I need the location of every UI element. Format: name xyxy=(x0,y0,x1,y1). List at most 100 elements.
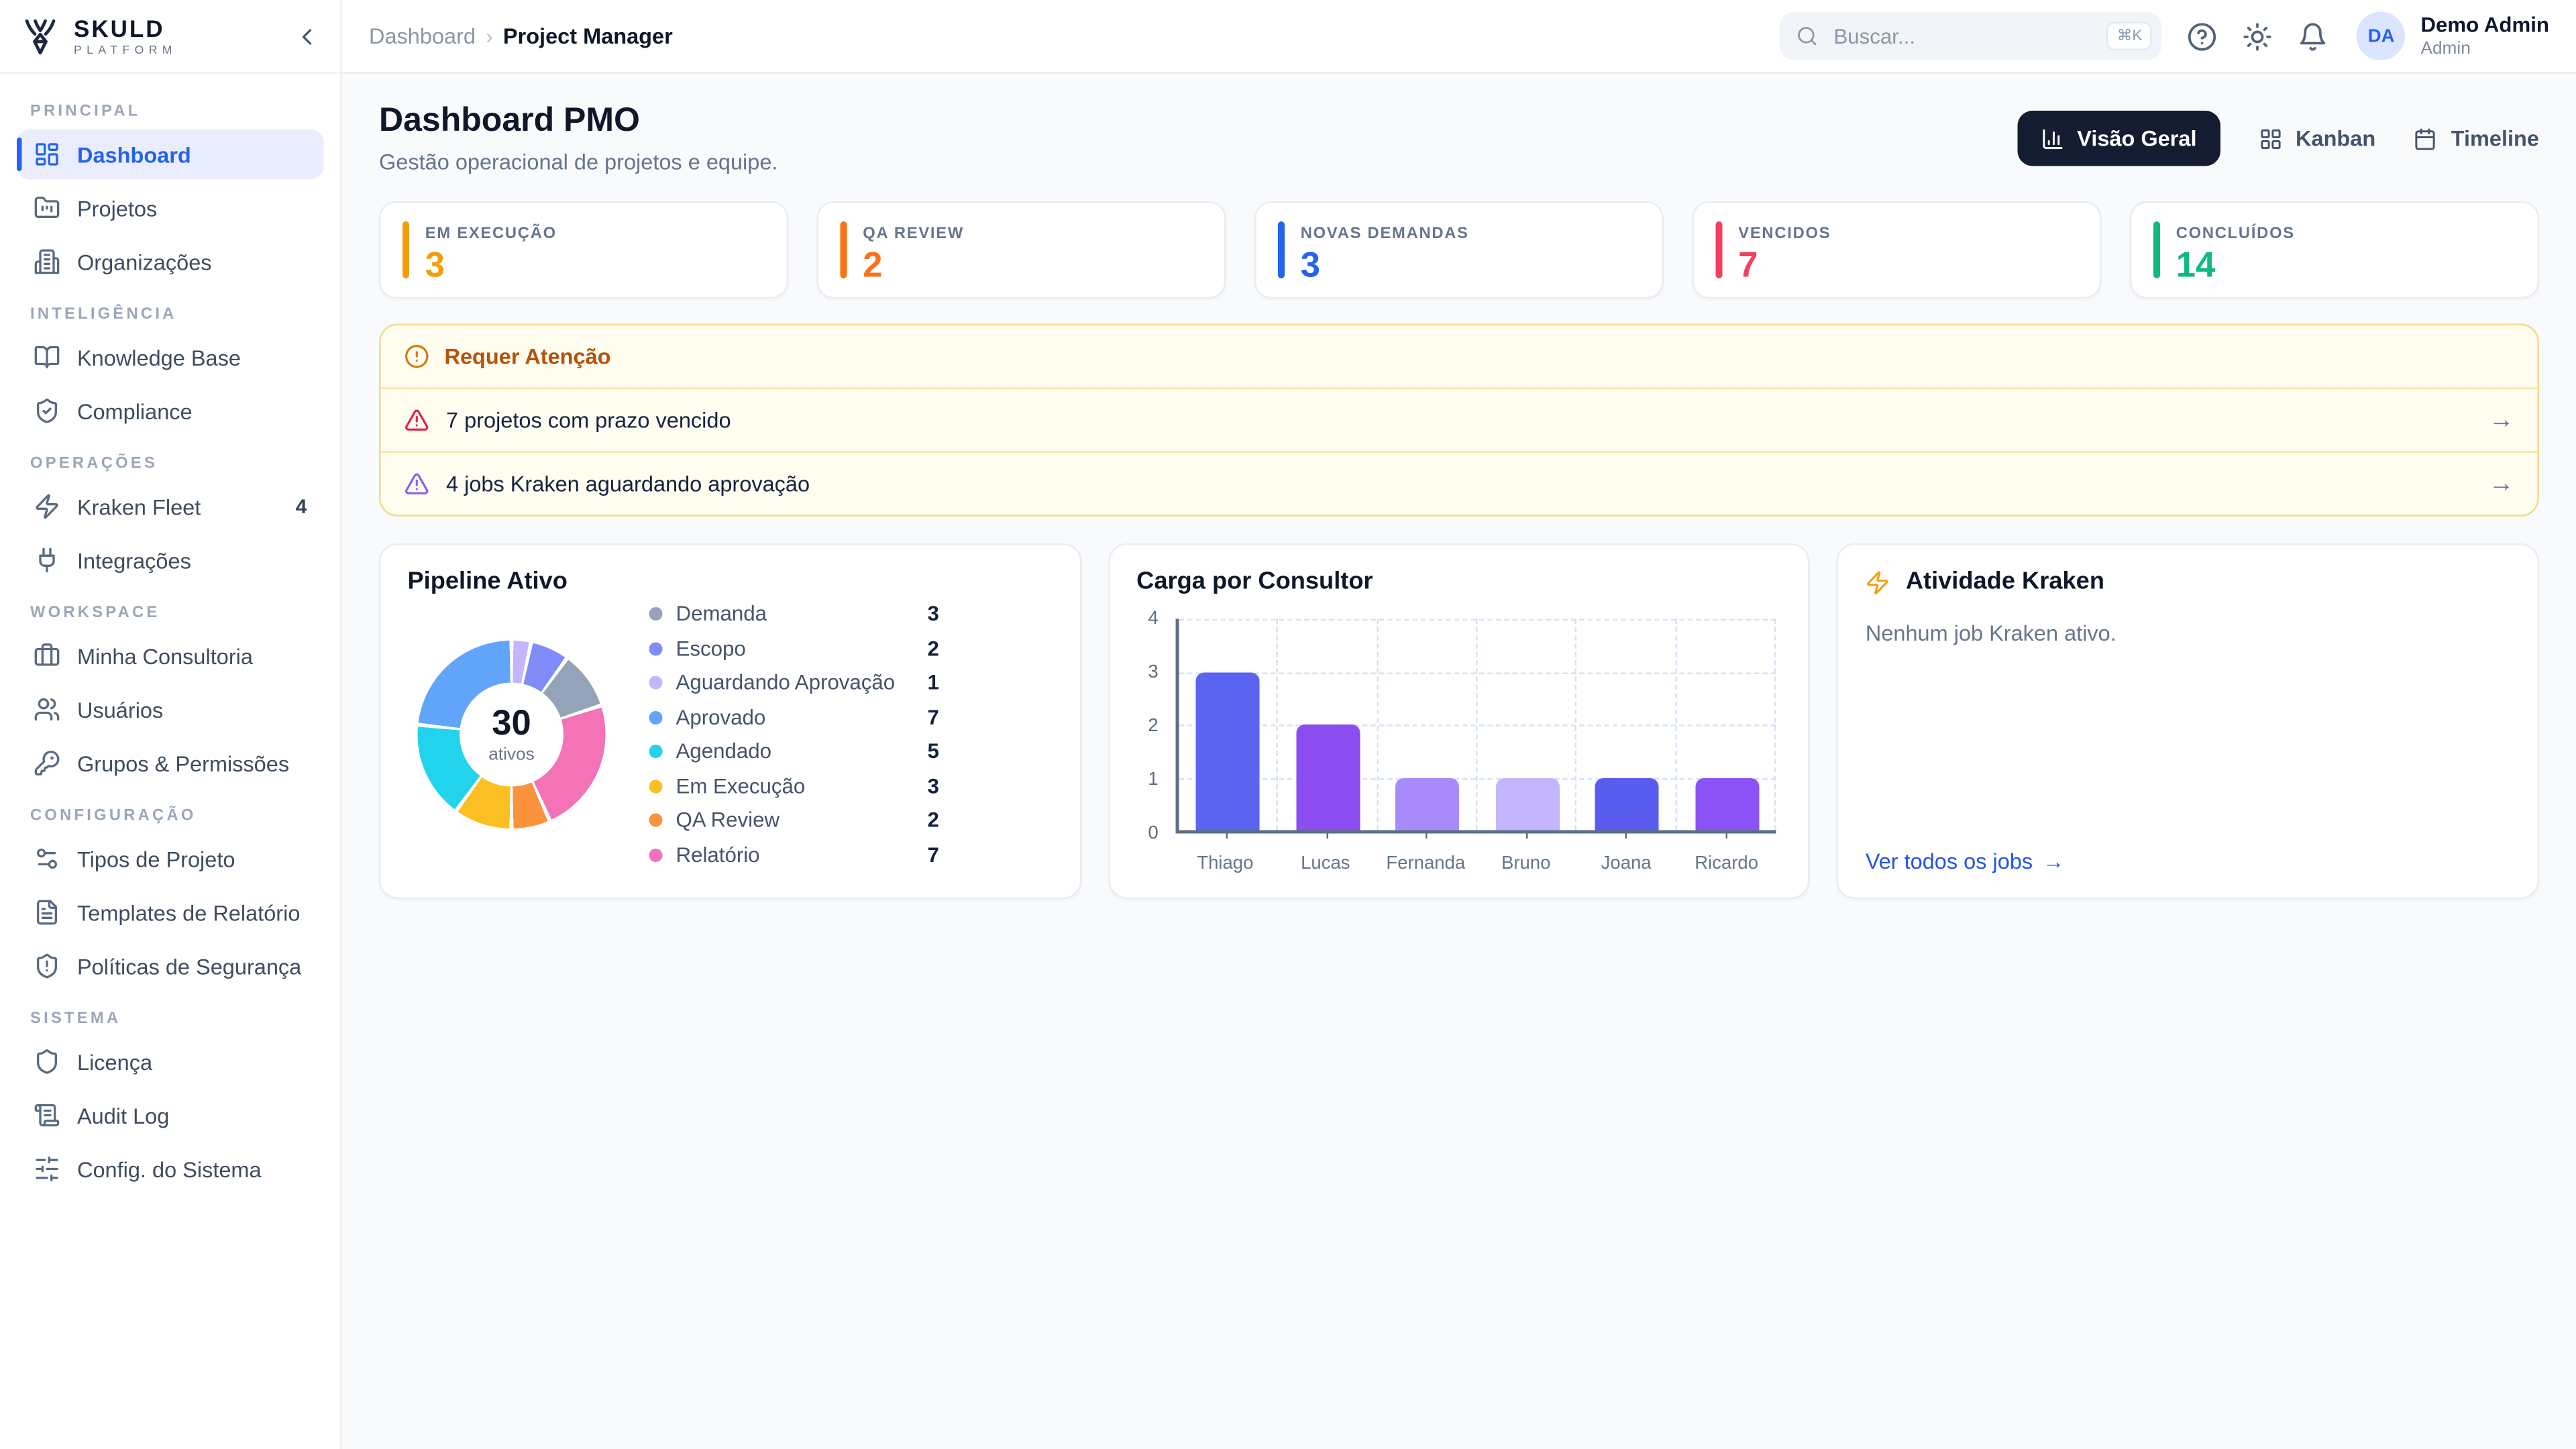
sidebar-item-licenca[interactable]: Licença xyxy=(17,1036,324,1087)
sidebar-item-kraken-fleet[interactable]: Kraken Fleet 4 xyxy=(17,482,324,532)
breadcrumb-parent[interactable]: Dashboard xyxy=(369,23,476,49)
sidebar-item-label: Usuários xyxy=(77,697,163,722)
legend-item-demanda: Demanda3 xyxy=(649,600,951,629)
y-axis-tick-label: 2 xyxy=(1148,716,1158,737)
x-axis-tick xyxy=(1326,830,1328,839)
legend-label: Relatório xyxy=(676,843,914,867)
sidebar-logo-row: SKULD PLATFORM xyxy=(0,0,341,74)
layout-grid-icon xyxy=(2259,127,2282,150)
attention-item-text: 7 projetos com prazo vencido xyxy=(446,408,731,433)
y-axis-tick-label: 4 xyxy=(1148,609,1158,629)
arrow-right-icon[interactable]: → xyxy=(2489,472,2514,497)
arrow-right-icon[interactable]: → xyxy=(2489,408,2514,433)
kpi-value: 2 xyxy=(863,248,964,284)
kpi-card-em-execucao: EM EXECUÇÃO 3 xyxy=(379,201,788,299)
sidebar-item-tipos-de-projeto[interactable]: Tipos de Projeto xyxy=(17,834,324,884)
bar-thiago xyxy=(1196,672,1260,830)
sidebar-item-label: Tipos de Projeto xyxy=(77,846,235,871)
attention-item-jobs-kraken[interactable]: 4 jobs Kraken aguardando aprovação → xyxy=(381,453,2538,515)
view-switcher: Visão Geral Kanban Timeline xyxy=(2017,111,2539,166)
sidebar-item-organizacoes[interactable]: Organizações xyxy=(17,237,324,287)
sidebar-item-label: Knowledge Base xyxy=(77,345,241,370)
legend-item-relatorio: Relatório 7 xyxy=(649,841,951,870)
legend-value: 1 xyxy=(928,672,951,695)
sidebar-item-integracoes[interactable]: Integrações xyxy=(17,535,324,586)
theme-sun-icon[interactable] xyxy=(2243,21,2273,51)
sidebar-item-grupos-permissoes[interactable]: Grupos & Permissões xyxy=(17,738,324,788)
sidebar-item-label: Políticas de Segurança xyxy=(77,953,301,979)
avatar: DA xyxy=(2357,12,2406,61)
x-axis-tick xyxy=(1226,830,1228,839)
kpi-value: 3 xyxy=(425,248,557,284)
logo-text: SKULD PLATFORM xyxy=(74,16,177,56)
view-button-kanban[interactable]: Kanban xyxy=(2259,126,2375,152)
view-button-label: Timeline xyxy=(2451,126,2539,152)
kpi-color-bar xyxy=(1716,221,1722,278)
kpi-label: NOVAS DEMANDAS xyxy=(1301,225,1469,244)
kpi-card-qa-review: QA REVIEW 2 xyxy=(817,201,1226,299)
x-axis-label: Lucas xyxy=(1275,854,1375,874)
user-menu[interactable]: DA Demo Admin Admin xyxy=(2357,12,2549,61)
page-header: Dashboard PMO Gestão operacional de proj… xyxy=(379,103,2539,175)
page-content: Dashboard PMO Gestão operacional de proj… xyxy=(342,74,2576,1449)
legend-dot xyxy=(649,710,663,724)
pipeline-legend: Demanda3 Escopo2 Aguardando Aprovação1 A… xyxy=(649,600,951,870)
sidebar-item-config-sistema[interactable]: Config. do Sistema xyxy=(17,1144,324,1194)
page-heading: Dashboard PMO Gestão operacional de proj… xyxy=(379,103,777,175)
view-button-visao-geral[interactable]: Visão Geral xyxy=(2017,111,2220,166)
sidebar-item-politicas-seguranca[interactable]: Políticas de Segurança xyxy=(17,941,324,991)
legend-label: Em Execução xyxy=(676,774,914,798)
sidebar-nav: PRINCIPAL Dashboard Projetos Organizaçõe… xyxy=(0,74,341,1197)
search-box[interactable]: ⌘K xyxy=(1780,12,2162,61)
sidebar-collapse-button[interactable] xyxy=(294,23,321,50)
sidebar: SKULD PLATFORM PRINCIPAL Dashboard Proje… xyxy=(0,0,342,1449)
help-icon[interactable] xyxy=(2188,21,2218,51)
page-subtitle: Gestão operacional de projetos e equipe. xyxy=(379,150,777,175)
topbar: Dashboard › Project Manager ⌘K DA Demo A… xyxy=(342,0,2576,74)
legend-value: 7 xyxy=(928,843,951,867)
x-axis-tick xyxy=(1625,830,1627,839)
search-input[interactable] xyxy=(1830,23,2095,50)
kpi-label: CONCLUÍDOS xyxy=(2176,225,2295,244)
triangle-alert-icon xyxy=(405,408,430,433)
grid-line-vertical xyxy=(1675,619,1677,830)
breadcrumb: Dashboard › Project Manager xyxy=(369,23,673,49)
bar-joana xyxy=(1595,777,1659,830)
kpi-color-bar xyxy=(2153,221,2159,278)
sidebar-item-compliance[interactable]: Compliance xyxy=(17,386,324,436)
user-name: Demo Admin xyxy=(2420,13,2549,38)
sidebar-item-label: Projetos xyxy=(77,195,157,221)
key-icon xyxy=(34,750,60,777)
calendar-icon xyxy=(2414,127,2438,150)
sidebar-item-projetos[interactable]: Projetos xyxy=(17,183,324,233)
kpi-value: 14 xyxy=(2176,248,2295,284)
grid-line-horizontal xyxy=(1179,724,1777,727)
bell-icon[interactable] xyxy=(2298,21,2328,51)
kpi-label: EM EXECUÇÃO xyxy=(425,225,557,244)
donut-total-label: ativos xyxy=(488,744,535,764)
view-all-jobs-link[interactable]: Ver todos os jobs → xyxy=(1866,849,2511,874)
attention-item-prazo-vencido[interactable]: 7 projetos com prazo vencido → xyxy=(381,389,2538,453)
pipeline-donut-chart: 30 ativos xyxy=(418,641,606,828)
sidebar-item-audit-log[interactable]: Audit Log xyxy=(17,1090,324,1140)
legend-item-aprovado: Aprovado7 xyxy=(649,703,951,733)
grid-line-vertical xyxy=(1376,619,1378,830)
kraken-empty-state: Nenhum job Kraken ativo. xyxy=(1866,621,2511,646)
legend-value: 3 xyxy=(928,774,951,798)
kpi-row: EM EXECUÇÃO 3 QA REVIEW 2 NOVAS DEMANDAS xyxy=(379,201,2539,299)
zap-icon xyxy=(34,493,60,520)
sidebar-item-label: Kraken Fleet xyxy=(77,494,201,519)
nav-section-workspace: WORKSPACE xyxy=(30,604,311,623)
sidebar-item-knowledge-base[interactable]: Knowledge Base xyxy=(17,332,324,382)
nav-section-inteligencia: INTELIGÊNCIA xyxy=(30,305,311,324)
kpi-card-concluidos: CONCLUÍDOS 14 xyxy=(2130,201,2539,299)
nav-section-configuracao: CONFIGURAÇÃO xyxy=(30,807,311,826)
sidebar-item-templates-relatorio[interactable]: Templates de Relatório xyxy=(17,888,324,938)
app-name: SKULD xyxy=(74,16,177,40)
nav-section-principal: PRINCIPAL xyxy=(30,103,311,121)
grid-line-horizontal xyxy=(1179,672,1777,674)
sidebar-item-usuarios[interactable]: Usuários xyxy=(17,684,324,735)
view-button-timeline[interactable]: Timeline xyxy=(2414,126,2539,152)
sidebar-item-minha-consultoria[interactable]: Minha Consultoria xyxy=(17,631,324,681)
sidebar-item-dashboard[interactable]: Dashboard xyxy=(17,129,324,180)
